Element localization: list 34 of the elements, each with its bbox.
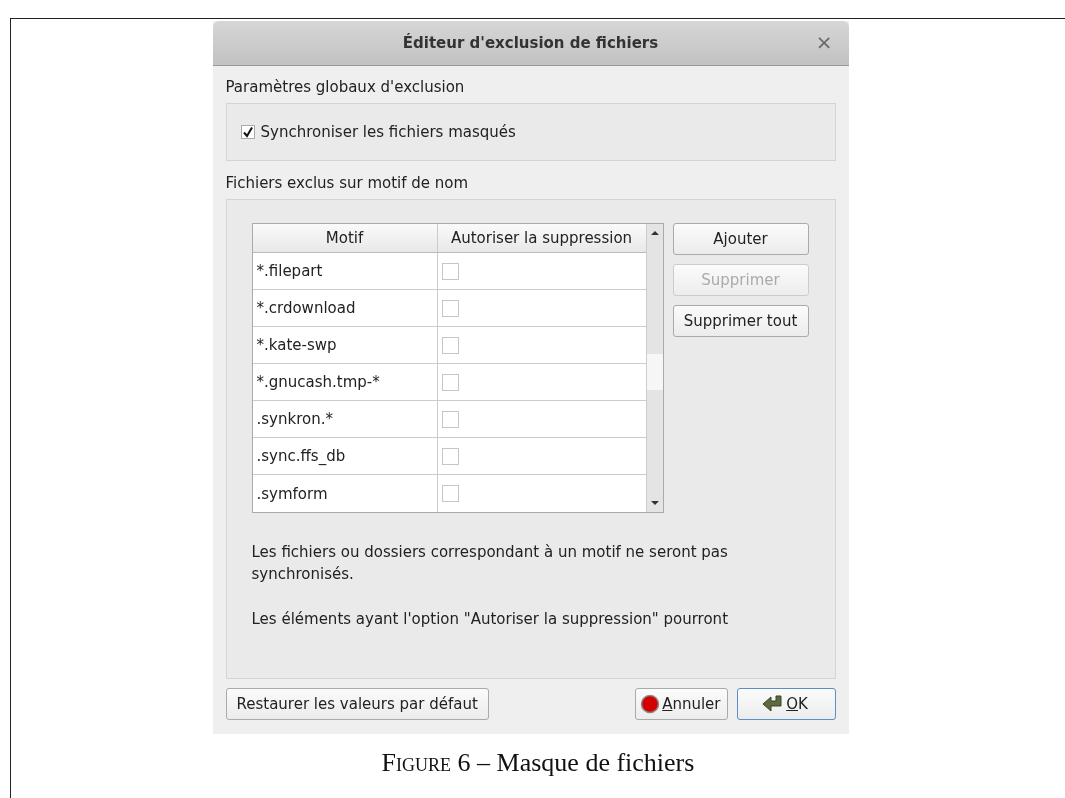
checkbox[interactable] [441, 262, 459, 280]
section-title: Fichiers exclus sur motif de nom [225, 174, 470, 192]
checkbox[interactable] [240, 125, 255, 139]
scrollbar[interactable] [645, 224, 663, 512]
table-cell: *.gnucash.tmp-* [252, 364, 438, 400]
action-button[interactable]: Ajouter [672, 223, 809, 255]
stop-icon [640, 694, 661, 714]
restore-defaults-button[interactable]: Restaurer les valeurs par défaut [225, 688, 489, 720]
table-cell: .sync.ffs_db [252, 438, 438, 474]
table-cell: *.filepart [252, 253, 438, 289]
checkbox[interactable] [441, 410, 459, 428]
checkbox[interactable] [441, 373, 459, 391]
column-header[interactable]: Autoriser la suppression [437, 224, 646, 252]
checkbox[interactable] [441, 336, 459, 354]
note-text: Les éléments ayant l'option "Autoriser la suppression" pourront [251, 609, 729, 630]
checkbox[interactable] [441, 485, 459, 502]
figure-caption: Figure 6 – Masque de fichiers [381, 748, 695, 778]
checkbox[interactable] [441, 447, 459, 465]
table-cell: .symform [252, 475, 438, 512]
checkbox[interactable] [441, 299, 459, 317]
close-button[interactable]: × [813, 31, 835, 53]
table-cell: .synkron.* [252, 401, 438, 437]
cancel-button[interactable]: Annuler [635, 688, 728, 720]
window-title: Éditeur d'exclusion de fichiers [402, 34, 659, 52]
table-cell: *.crdownload [252, 290, 438, 326]
return-arrow-icon [762, 695, 785, 713]
action-button[interactable]: Supprimer tout [672, 305, 809, 337]
note-text: Les fichiers ou dossiers correspondant à un motif ne seront pas synchronisés. [251, 542, 729, 585]
ok-button[interactable]: OK [736, 688, 836, 720]
checkbox-label: Synchroniser les fichiers masqués [260, 123, 516, 141]
section-title: Paramètres globaux d'exclusion [225, 78, 466, 96]
scroll-thumb[interactable] [646, 354, 663, 390]
column-header[interactable]: Motif [252, 224, 438, 252]
table-cell: *.kate-swp [252, 327, 438, 363]
